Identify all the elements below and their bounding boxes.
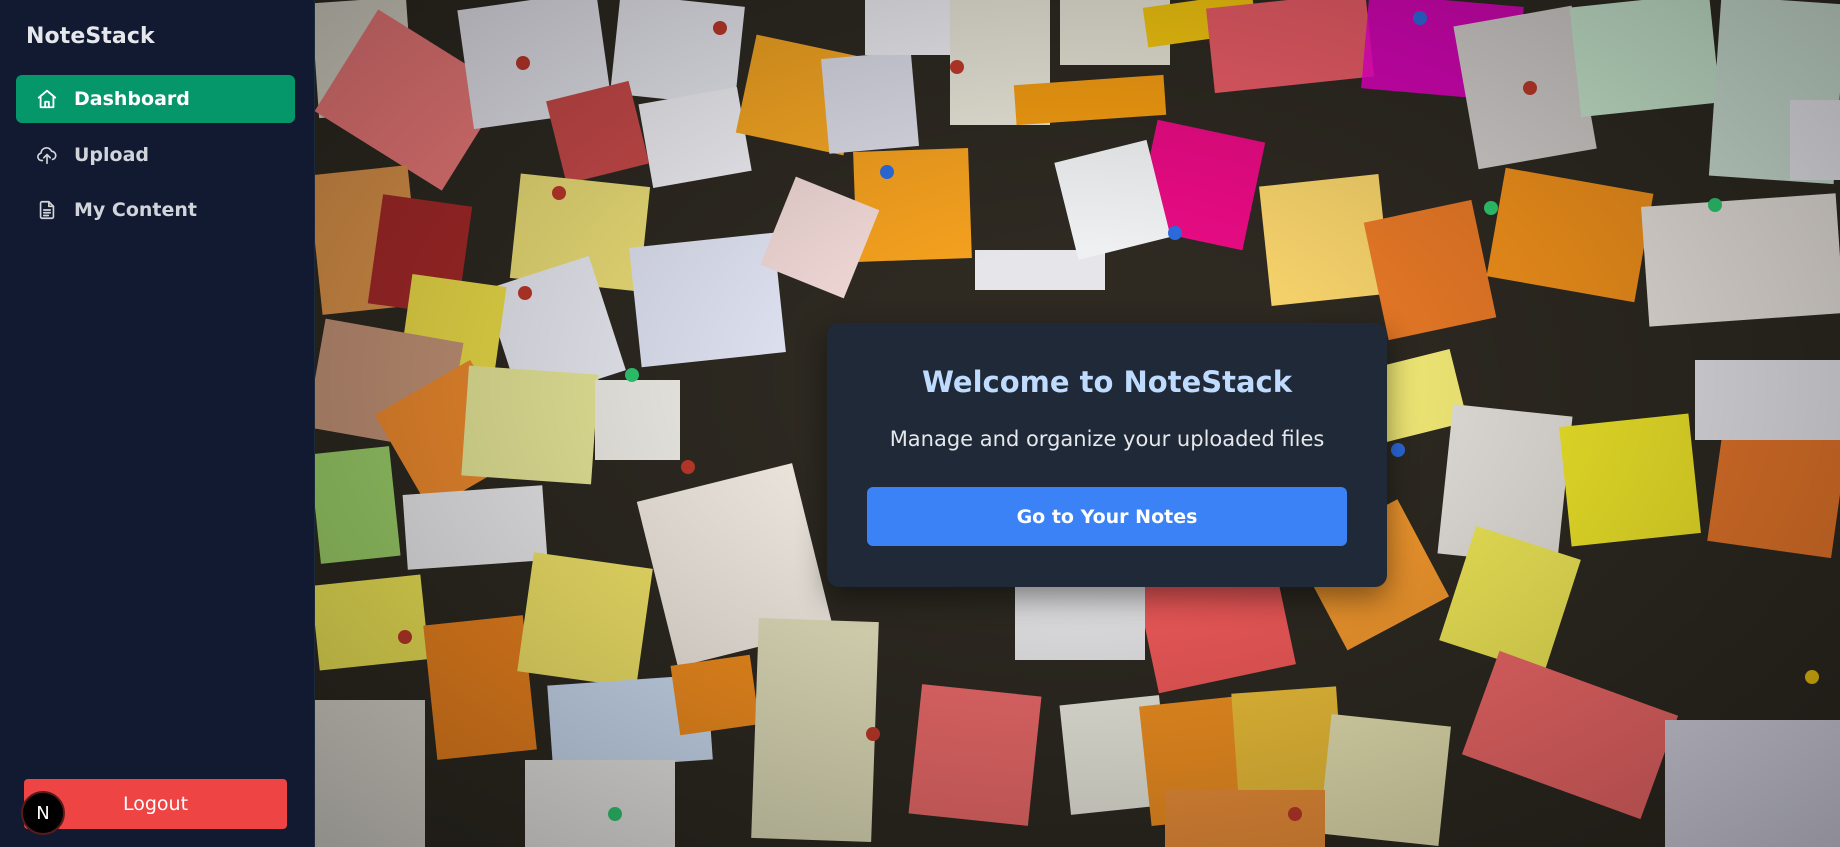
go-to-notes-button[interactable]: Go to Your Notes [867, 487, 1347, 546]
sidebar-item-dashboard[interactable]: Dashboard [16, 75, 295, 123]
sidebar-item-label: Dashboard [74, 88, 190, 110]
welcome-subtitle: Manage and organize your uploaded files [889, 427, 1325, 451]
main-content: Welcome to NoteStack Manage and organize… [315, 0, 1840, 847]
sidebar-item-upload[interactable]: Upload [16, 131, 295, 179]
welcome-title: Welcome to NoteStack [921, 365, 1293, 399]
app-brand: NoteStack [26, 24, 155, 49]
sidebar-item-my-content[interactable]: My Content [16, 186, 295, 234]
sidebar-item-label: Upload [74, 144, 150, 166]
sidebar-item-label: My Content [74, 199, 198, 221]
sidebar: NoteStack Dashboard Upload My Content Lo… [0, 0, 315, 847]
avatar[interactable]: N [21, 791, 65, 835]
welcome-card: Welcome to NoteStack Manage and organize… [827, 323, 1387, 587]
document-icon [36, 199, 58, 221]
cloud-upload-icon [36, 144, 58, 166]
home-icon [36, 88, 58, 110]
